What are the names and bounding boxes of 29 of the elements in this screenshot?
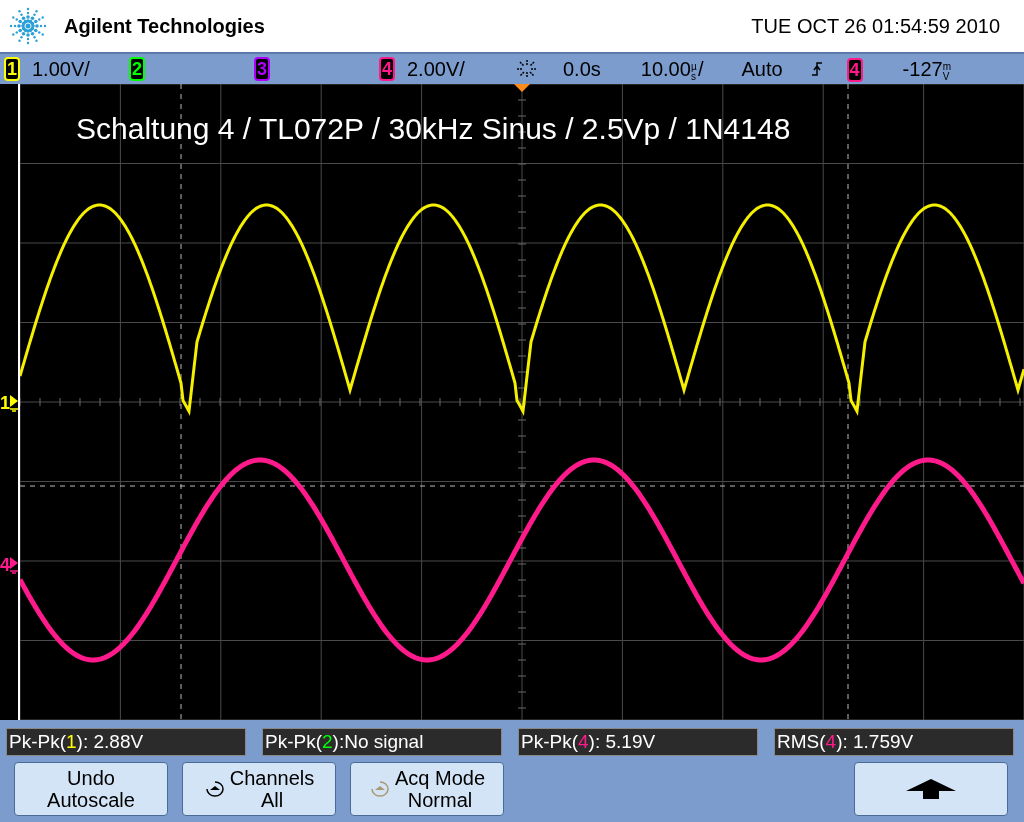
softkey-button[interactable]: Acq Mode Normal — [350, 762, 504, 816]
channel-number[interactable]: 1 — [4, 57, 20, 81]
rotate-knob-icon — [368, 780, 391, 798]
channel-number[interactable]: 4 — [846, 58, 863, 82]
channel-number[interactable]: 2 — [129, 57, 145, 81]
ground-marker-icon — [10, 394, 18, 412]
channel-marker-label: 1 — [0, 394, 10, 412]
softkey-button[interactable]: Undo Autoscale — [14, 762, 168, 816]
measurement-readout: RMS(4): 1.759V — [774, 728, 1014, 756]
volts-per-div: 2.00V/ — [407, 57, 465, 82]
volts-per-div: 1.00V/ — [32, 57, 90, 82]
channel-number[interactable]: 4 — [379, 57, 395, 81]
rotate-knob-icon — [203, 780, 226, 798]
softkey-button[interactable]: Channels All — [182, 762, 336, 816]
channel-marker-label: 4 — [0, 556, 10, 574]
measurement-readout: Pk-Pk(2):No signal — [262, 728, 502, 756]
measurement-readout: Pk-Pk(1): 2.88V — [6, 728, 246, 756]
softkey-button[interactable] — [854, 762, 1008, 816]
ground-marker-icon — [10, 556, 18, 574]
starburst-logo-icon — [8, 6, 48, 46]
delay-value: 0.0s — [563, 57, 601, 82]
trigger-mode: Auto — [741, 57, 783, 82]
date-time: TUE OCT 26 01:54:59 2010 — [751, 14, 1000, 39]
annotation-text: Schaltung 4 / TL072P / 30kHz Sinus / 2.5Vp / 1N4148 — [76, 111, 791, 147]
channel-number[interactable]: 3 — [254, 57, 270, 81]
measurement-readout: Pk-Pk(4): 5.19V — [518, 728, 758, 756]
up-arrow-icon — [906, 779, 956, 799]
brand-name: Agilent Technologies — [64, 14, 265, 39]
rising-edge-icon — [810, 60, 823, 78]
